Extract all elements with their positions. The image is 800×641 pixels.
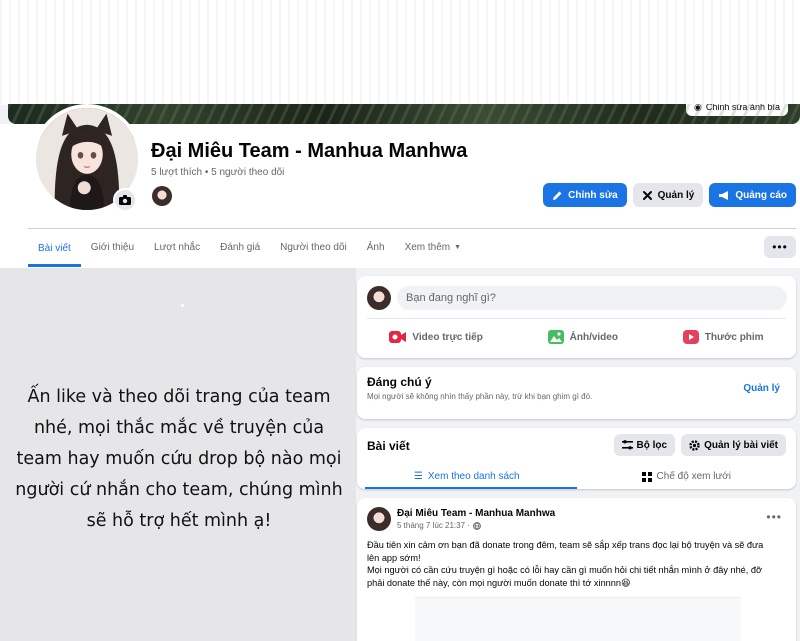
page-tabs: Bài viết Giới thiệu Lượt nhắc Đánh giá N…: [28, 230, 471, 268]
list-view-tab[interactable]: ☰ Xem theo danh sách: [357, 464, 577, 489]
posts-header: Bài viết Bộ lọc Quản lý bài viết ☰ Xem t…: [357, 428, 796, 489]
grid-view-tab[interactable]: Chế độ xem lưới: [577, 464, 797, 489]
decorative-dot: [181, 304, 184, 307]
post-author-avatar[interactable]: [367, 507, 391, 531]
composer-options: Video trực tiếp Ảnh/video Thước phim: [357, 322, 796, 352]
tab-about[interactable]: Giới thiệu: [81, 230, 144, 264]
notice-text: Ấn like và theo dõi trang của team nhé, …: [12, 382, 346, 537]
tab-more[interactable]: Xem thêm ▼: [395, 230, 472, 264]
page-title: Đại Miêu Team - Manhua Manhwa: [151, 140, 468, 162]
globe-icon: [473, 521, 481, 530]
tab-posts[interactable]: Bài viết: [28, 230, 81, 267]
filter-label: Bộ lọc: [636, 439, 668, 451]
band-texture: [0, 0, 800, 105]
photo-video-button[interactable]: Ảnh/video: [547, 330, 618, 344]
more-options-button[interactable]: •••: [764, 236, 796, 258]
reels-label: Thước phim: [704, 331, 764, 343]
pinned-title: Đáng chú ý: [367, 375, 432, 389]
manage-posts-button[interactable]: Quản lý bài viết: [681, 434, 786, 456]
post-options-button[interactable]: •••: [766, 510, 782, 524]
post-line: lên app sớm!: [367, 552, 421, 563]
post-body: Đầu tiên xin cảm ơn bạn đã donate trong …: [367, 539, 792, 589]
pencil-icon: [553, 191, 562, 200]
composer-avatar[interactable]: [367, 286, 391, 310]
notice-line: sẽ hỗ trợ hết mình ạ!: [86, 511, 272, 531]
reels-icon: [682, 330, 699, 344]
post-line: Mọi người có cần cứu truyện gì hoặc có l…: [367, 565, 763, 575]
post-composer: Bạn đang nghĩ gì? Video trực tiếp Ảnh/vi…: [357, 276, 796, 358]
reels-button[interactable]: Thước phim: [682, 330, 764, 344]
edit-cover-label: Chỉnh sửa ảnh bìa: [705, 104, 780, 112]
posts-title: Bài viết: [367, 439, 410, 453]
photo-video-label: Ảnh/video: [569, 331, 618, 343]
composer-divider: [367, 318, 786, 319]
live-video-label: Video trực tiếp: [412, 331, 483, 343]
manage-page-label: Quản lý: [657, 189, 695, 201]
advertise-label: Quảng cáo: [735, 189, 787, 201]
tab-mentions[interactable]: Lượt nhắc: [144, 230, 210, 264]
view-mode-tabs: ☰ Xem theo danh sách Chế độ xem lưới: [357, 464, 796, 489]
edit-page-button[interactable]: Chỉnh sửa: [543, 183, 627, 207]
photo-icon: [547, 330, 564, 344]
filter-icon: [621, 440, 633, 450]
pinned-section: Đáng chú ý Mọi người sẽ không nhìn thấy …: [357, 367, 796, 419]
post-line: Đầu tiên xin cảm ơn bạn đã donate trong …: [367, 540, 764, 550]
grid-view-label: Chế độ xem lưới: [656, 471, 731, 482]
notice-line: người cứ nhắn cho team, chúng mình: [15, 480, 343, 500]
edit-page-label: Chỉnh sửa: [568, 189, 618, 201]
composer-input[interactable]: Bạn đang nghĩ gì?: [397, 286, 787, 310]
live-video-icon: [389, 331, 407, 343]
top-blank-band: [0, 0, 800, 105]
grid-icon: [641, 471, 652, 482]
post-line: phải donate thế này, còn mọi người muốn …: [367, 577, 631, 588]
caret-down-icon: ▼: [454, 243, 462, 251]
follower-avatar[interactable]: [152, 186, 172, 206]
notice-overlay: Ấn like và theo dõi trang của team nhé, …: [0, 268, 356, 641]
post-meta: 5 tháng 7 lúc 21:37 ·: [397, 521, 481, 530]
live-video-button[interactable]: Video trực tiếp: [389, 330, 483, 344]
edit-cover-button[interactable]: ◉ Chỉnh sửa ảnh bìa: [686, 104, 788, 116]
active-view-indicator: [365, 487, 577, 489]
tab-followers[interactable]: Người theo dõi: [270, 230, 357, 264]
list-view-label: Xem theo danh sách: [427, 471, 520, 482]
advertise-button[interactable]: Quảng cáo: [709, 183, 796, 207]
notice-line: nhé, mọi thắc mắc về truyện của: [33, 418, 325, 438]
notice-line: Ấn like và theo dõi trang của team: [27, 387, 331, 407]
camera-icon: ◉: [694, 104, 702, 112]
profile-header: Đại Miêu Team - Manhua Manhwa 5 lượt thí…: [0, 104, 800, 268]
change-avatar-button[interactable]: [113, 188, 137, 212]
pinned-manage-link[interactable]: Quản lý: [743, 383, 780, 394]
tools-icon: [642, 190, 652, 200]
posts-header-actions: Bộ lọc Quản lý bài viết: [613, 434, 786, 456]
tab-more-label: Xem thêm: [404, 241, 451, 253]
tab-photos[interactable]: Ảnh: [357, 230, 395, 264]
filter-button[interactable]: Bộ lọc: [613, 434, 676, 456]
list-icon: ☰: [413, 471, 423, 482]
megaphone-icon: [719, 190, 729, 200]
manage-posts-label: Quản lý bài viết: [704, 439, 778, 451]
camera-icon: [119, 195, 131, 205]
notice-line: team hay muốn cứu drop bộ nào mọi: [16, 449, 342, 469]
pinned-subtitle: Mọi người sẽ không nhìn thấy phần này, t…: [367, 392, 593, 401]
post-image[interactable]: [415, 597, 741, 641]
gear-icon: [689, 439, 700, 451]
post-timestamp[interactable]: 5 tháng 7 lúc 21:37 ·: [397, 521, 470, 530]
tab-reviews[interactable]: Đánh giá: [210, 230, 270, 264]
manage-page-button[interactable]: Quản lý: [632, 183, 704, 207]
header-divider: [28, 228, 796, 229]
page-stats: 5 lượt thích • 5 người theo dõi: [151, 167, 285, 178]
post-card: Đại Miêu Team - Manhua Manhwa 5 tháng 7 …: [357, 498, 796, 641]
page-actions: Chỉnh sửa Quản lý Quảng cáo: [543, 183, 796, 207]
post-author[interactable]: Đại Miêu Team - Manhua Manhwa: [397, 508, 555, 519]
